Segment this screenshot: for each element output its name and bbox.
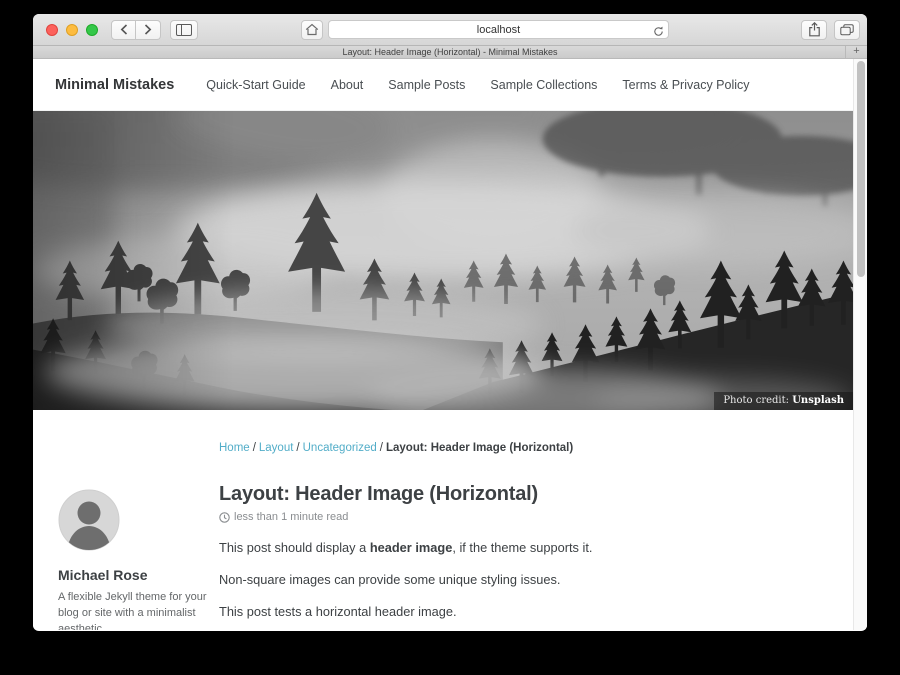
article-column: Home/Layout/Uncategorized/Layout: Header… [219,410,831,630]
nav-item-sample-posts[interactable]: Sample Posts [388,78,465,92]
unsplash-link[interactable]: Unsplash [792,395,844,406]
paragraph-1: This post should display a header image,… [219,538,831,557]
share-icon [808,22,821,37]
sidebar-toggle-button[interactable] [170,20,198,40]
zoom-window-button[interactable] [86,24,98,36]
browser-toolbar [33,14,867,46]
paragraph-1-tail: , if the theme supports it. [452,540,592,555]
nav-item-quick-start-guide[interactable]: Quick-Start Guide [206,78,305,92]
reload-icon [653,26,664,37]
new-tab-button[interactable]: + [845,46,867,58]
home-button[interactable] [301,20,323,40]
clock-icon [219,512,230,523]
breadcrumb-home[interactable]: Home [219,442,250,454]
site-title[interactable]: Minimal Mistakes [55,77,174,93]
home-icon [305,23,319,36]
url-input[interactable] [328,20,669,39]
minimize-window-button[interactable] [66,24,78,36]
share-button[interactable] [801,20,827,40]
paragraph-1-text: This post should display a [219,540,370,555]
history-nav-group [111,20,161,40]
breadcrumb-uncategorized[interactable]: Uncategorized [303,442,377,454]
nav-item-terms-privacy[interactable]: Terms & Privacy Policy [622,78,749,92]
chevron-left-icon [120,24,128,35]
reload-button[interactable] [653,24,664,42]
header-image: Photo credit: Unsplash [33,111,853,410]
page-scrollbar[interactable] [853,59,867,630]
nav-item-sample-collections[interactable]: Sample Collections [490,78,597,92]
post-body: This post should display a header image,… [219,538,831,621]
page-columns: Michael Rose A flexible Jekyll theme for… [33,410,853,630]
page-content: Minimal Mistakes Quick-Start Guide About… [33,59,867,630]
nav-item-about[interactable]: About [331,78,364,92]
photo-credit-text: Photo credit: [723,395,792,406]
foggy-forest-illustration [33,111,853,410]
breadcrumb: Home/Layout/Uncategorized/Layout: Header… [219,442,831,454]
active-tab[interactable]: Layout: Header Image (Horizontal) - Mini… [342,47,557,57]
breadcrumb-current: Layout: Header Image (Horizontal) [386,442,573,454]
tabs-icon [840,24,854,36]
author-sidebar: Michael Rose A flexible Jekyll theme for… [55,489,219,630]
photo-credit: Photo credit: Unsplash [714,392,853,410]
tab-overview-button[interactable] [834,20,860,40]
back-button[interactable] [111,20,136,40]
masthead: Minimal Mistakes Quick-Start Guide About… [33,59,853,111]
sidebar-icon [176,24,192,36]
author-name: Michael Rose [58,567,219,583]
author-bio: A flexible Jekyll theme for your blog or… [58,590,219,630]
read-time: less than 1 minute read [234,511,348,523]
safari-window: Layout: Header Image (Horizontal) - Mini… [33,14,867,631]
primary-nav: Quick-Start Guide About Sample Posts Sam… [206,78,749,92]
chevron-right-icon [144,24,152,35]
post-meta: less than 1 minute read [219,511,831,523]
paragraph-3: This post tests a horizontal header imag… [219,602,831,621]
avatar [58,489,120,551]
post-title: Layout: Header Image (Horizontal) [219,483,831,506]
close-window-button[interactable] [46,24,58,36]
address-bar [328,20,669,40]
tab-bar: Layout: Header Image (Horizontal) - Mini… [33,46,867,59]
breadcrumb-separator: / [253,442,256,454]
breadcrumb-separator: / [296,442,299,454]
scrollbar-thumb[interactable] [857,61,865,277]
window-controls [46,24,98,36]
paragraph-2: Non-square images can provide some uniqu… [219,570,831,589]
breadcrumb-separator: / [380,442,383,454]
paragraph-1-bold: header image [370,540,453,555]
forward-button[interactable] [136,20,161,40]
breadcrumb-layout[interactable]: Layout [259,442,294,454]
